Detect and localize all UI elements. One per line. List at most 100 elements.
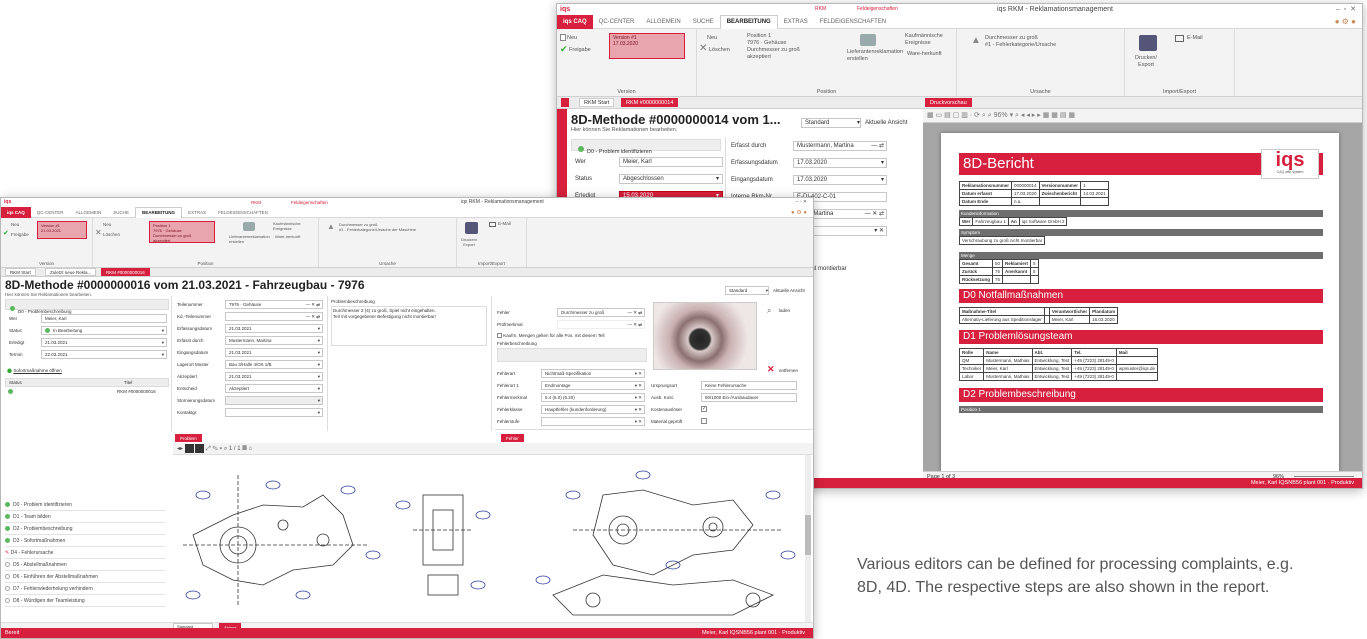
tab-allgemein[interactable]: ALLGEMEIN xyxy=(640,19,686,25)
step-item[interactable]: D3 - Sofortmaßnahmen xyxy=(5,536,165,547)
cause-summary[interactable]: Durchmesser zu groß #1 - Fehlerkategorie… xyxy=(339,222,416,232)
problem-description-text[interactable]: Durchmesser 2 (4) zu groß, Spiel nicht e… xyxy=(331,306,487,346)
mid-field[interactable]: Bau 3/Halle 4/Ort 1/B ▾ xyxy=(225,360,323,369)
doctab-rkm-16[interactable]: RKM #0000000016 xyxy=(101,268,150,276)
tab-iqs-caq[interactable]: iqs CAQ xyxy=(1,206,31,218)
upload-button[interactable]: laden xyxy=(779,308,790,313)
doctab-last-complaint[interactable]: Zuletzt neue Rekla... xyxy=(45,268,97,276)
defect-field[interactable]: ▾ ✕ xyxy=(541,417,645,426)
mid-field[interactable]: ▾ xyxy=(225,396,323,405)
field-test-feature[interactable]: — ✕ ⇄ xyxy=(557,320,645,329)
tab-allgemein[interactable]: ALLGEMEIN xyxy=(70,210,108,215)
new-button[interactable]: Neu xyxy=(11,221,19,228)
release-button[interactable]: Freigabe xyxy=(11,231,29,238)
email-button[interactable]: E-Mail xyxy=(498,220,511,227)
step-item[interactable]: D8 - Würdigen der Teamleistung xyxy=(5,596,165,607)
step-item[interactable]: D0 - Problem identifizieren xyxy=(5,500,165,511)
commercial-quantity-checkbox[interactable]: Kaufm. Mengen gelten für alle Pos. mit d… xyxy=(497,333,647,339)
window-controls[interactable]: – ▫ ✕ xyxy=(1336,4,1356,15)
doctab-rkm-start[interactable]: RKM Start xyxy=(579,98,615,107)
tab-defect[interactable]: Fehler xyxy=(501,434,524,442)
tab-iqs-caq[interactable]: iqs CAQ xyxy=(557,14,593,29)
left-field[interactable]: 22.03.2021 ▾ xyxy=(41,350,167,359)
commercial-events-button[interactable]: Kaufmännische Ereignisse xyxy=(905,33,955,47)
doctab-rkm-14[interactable]: RKM #0000000014 xyxy=(621,98,679,107)
mid-field[interactable]: 21.03.2021 ▾ xyxy=(225,348,323,357)
delete-image-icon[interactable]: ✕ xyxy=(767,364,775,375)
step-item[interactable]: ✎ D4 - Fehlerursache xyxy=(5,548,165,559)
position-box[interactable]: Position 1 7976 · Gehäuse Durchmesser zu… xyxy=(149,221,215,243)
mid-field[interactable]: 21.03.2021 ▾ xyxy=(225,324,323,333)
step-item[interactable]: D6 - Einführen der Abstellmaßnahmen xyxy=(5,572,165,583)
step-item[interactable]: D5 - Abstellmaßnahmen xyxy=(5,560,165,571)
defect-field[interactable]: Hauptfehler (kundenforderung) ▾ ✕ xyxy=(541,405,645,414)
menu-icon[interactable] xyxy=(561,98,569,107)
mid-field[interactable]: Akzeptiert ▾ xyxy=(225,384,323,393)
print-export-button[interactable]: Drucken/ Export xyxy=(461,237,477,247)
pos-new-button[interactable]: Neu xyxy=(103,221,111,228)
pos-delete-button[interactable]: Löschen xyxy=(709,47,730,54)
upload-icon[interactable]: ⌕ xyxy=(767,306,771,316)
cause-summary[interactable]: Durchmesser zu groß #1 - Fehlerkategorie… xyxy=(985,35,1056,49)
left-field[interactable]: Meier, Karl xyxy=(41,314,167,323)
version-box[interactable]: Version #1 17.03.2020 xyxy=(609,33,685,59)
technical-drawing[interactable] xyxy=(173,455,811,622)
goods-origin-button[interactable]: Ware-herkunft xyxy=(907,51,952,58)
field-entered-by[interactable]: Mustermann, Martina — ⇄ xyxy=(793,141,887,151)
defect-field[interactable]: Nichtmaß-Spezifikation ▾ ✕ xyxy=(541,369,645,378)
field-entry-date[interactable]: 17.03.2020 ▾ xyxy=(793,158,887,168)
supplier-complaint-button[interactable]: Lieferantenreklamation erstellen xyxy=(229,234,273,244)
drawing-scrollbar[interactable] xyxy=(805,455,811,622)
field-defect[interactable]: Durchmesser zu groß — ✕ ⇄ xyxy=(557,308,645,317)
field-receipt-date[interactable]: 17.03.2020 ▾ xyxy=(793,175,887,185)
defect-field[interactable]: 5.4 (6.0) (6.20) ▾ ✕ xyxy=(541,393,645,402)
tab-problem[interactable]: Problem xyxy=(175,434,202,442)
goods-origin-button[interactable]: Ware-herkunft xyxy=(275,234,315,239)
position-summary[interactable]: Position 1 7976 · Gehäuse Durchmesser zu… xyxy=(747,33,800,61)
current-view-link[interactable]: Aktuelle Ansicht xyxy=(773,288,805,293)
left-field[interactable]: In Bearbeitung ▾ xyxy=(41,326,167,335)
pos-new-button[interactable]: Neu xyxy=(707,35,717,42)
doctab-print-preview[interactable]: Druckvorschau xyxy=(925,98,972,107)
pos-delete-button[interactable]: Löschen xyxy=(103,231,120,238)
checkbox[interactable] xyxy=(701,418,707,424)
field-status[interactable]: Abgeschlossen ▾ xyxy=(619,174,723,184)
zoom-slider[interactable] xyxy=(1294,476,1354,477)
doctab-rkm-start[interactable]: RKM Start xyxy=(5,268,36,276)
email-button[interactable]: E-Mail xyxy=(1187,35,1203,42)
print-export-button[interactable]: Drucken/ Export xyxy=(1135,55,1157,69)
tab-qc-center[interactable]: QC-CENTER xyxy=(31,210,70,215)
step-item[interactable]: D7 - Fehlerwiederholung verhindern xyxy=(5,584,165,595)
defect-extra-field[interactable]: 50/1000 Ein-/Ausbaudauer xyxy=(701,393,797,402)
view-select[interactable]: Standard ▾ xyxy=(725,286,769,295)
mid-field[interactable]: 21.03.2021 ▾ xyxy=(225,372,323,381)
tab-bearbeitung[interactable]: BEARBEITUNG xyxy=(135,206,183,218)
defect-photo[interactable] xyxy=(653,302,757,370)
version-box[interactable]: Version #1 21.03.2021 xyxy=(37,221,87,239)
tab-suche[interactable]: SUCHE xyxy=(107,210,135,215)
new-button[interactable]: Neu xyxy=(567,35,577,42)
tab-suche[interactable]: SUCHE xyxy=(687,19,720,25)
mid-field[interactable]: Mustermann, Martina ▾ xyxy=(225,336,323,345)
commercial-events-button[interactable]: Kaufmännische Ereignisse xyxy=(273,221,317,231)
help-icons[interactable]: ● ⚙ ● xyxy=(791,209,807,216)
step-d0-header[interactable]: D0 - Problem identifizieren xyxy=(571,139,721,155)
mini-table-row[interactable]: RKM #0000000016 xyxy=(5,387,169,396)
mid-field[interactable]: 7976 · Gehäuse — ✕ ⇄ xyxy=(225,300,323,309)
field-who[interactable]: Meier, Karl xyxy=(619,157,723,167)
tab-extras[interactable]: EXTRAS xyxy=(182,210,212,215)
defect-extra-field[interactable]: Keine Fehlerursache xyxy=(701,381,797,390)
mid-field[interactable]: — ✕ ⇄ xyxy=(225,312,323,321)
release-button[interactable]: Freigabe xyxy=(569,47,591,54)
tab-feldeigenschaften[interactable]: FELDEIGENSCHAFTEN xyxy=(212,210,274,215)
view-select[interactable]: Standard ▾ xyxy=(801,118,861,128)
supplier-complaint-button[interactable]: Lieferantenreklamation erstellen xyxy=(847,49,903,63)
mid-field[interactable]: ▾ xyxy=(225,408,323,417)
tab-qc-center[interactable]: QC-CENTER xyxy=(593,19,641,25)
immediate-measure-link[interactable]: ⬤ Sofortmaßnahme öffnen xyxy=(7,366,167,375)
preview-toolbar[interactable]: ▦ ▭ ▤ ▢ ▥ · ⟳ ⌕ ⌕ 96% ▾ ⌕ ◂ ◂ ▸ ▸ ▦ ▦ ▤ … xyxy=(923,109,1362,123)
left-field[interactable]: 21.03.2021 ▾ xyxy=(41,338,167,347)
step-item[interactable]: D1 - Team bilden xyxy=(5,512,165,523)
tab-bearbeitung[interactable]: BEARBEITUNG xyxy=(719,14,778,29)
tab-extras[interactable]: EXTRAS xyxy=(778,19,814,25)
